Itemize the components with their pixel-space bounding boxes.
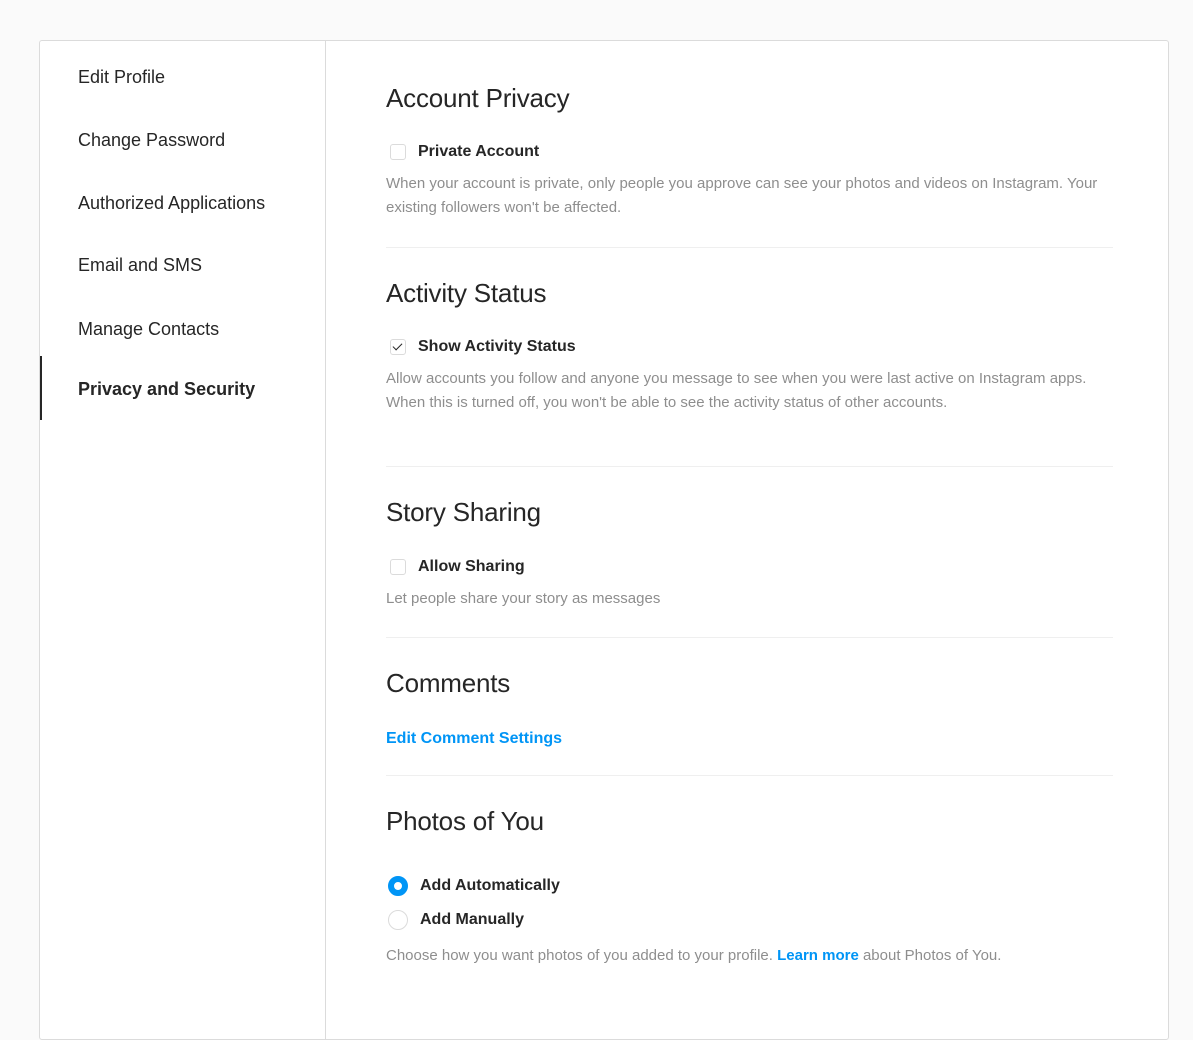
sidebar-item-label: Email and SMS [78,255,203,275]
allow-sharing-label: Allow Sharing [418,558,525,575]
sidebar-item-label: Change Password [78,130,226,150]
private-account-checkbox[interactable] [390,144,406,160]
allow-sharing-checkbox[interactable] [390,559,406,575]
account-privacy-description: When your account is private, only peopl… [386,175,1098,216]
private-account-checkbox-row[interactable]: Private Account [390,142,539,162]
sidebar-item-manage-contacts[interactable]: Manage Contacts [40,304,326,354]
section-divider [386,775,1113,776]
activity-status-description: Allow accounts you follow and anyone you… [386,370,1087,411]
sidebar-item-change-password[interactable]: Change Password [40,115,326,165]
add-automatically-radio-row[interactable]: Add Automatically [388,875,560,897]
section-title-account-privacy: Account Privacy [386,83,570,113]
sidebar-item-privacy-and-security[interactable]: Privacy and Security [40,356,326,420]
sidebar-item-label: Privacy and Security [78,379,256,399]
section-divider [386,637,1113,638]
show-activity-status-checkbox-row[interactable]: Show Activity Status [390,337,576,357]
allow-sharing-checkbox-row[interactable]: Allow Sharing [390,557,525,577]
sidebar-item-edit-profile[interactable]: Edit Profile [40,52,326,102]
section-title-photos-of-you: Photos of You [386,806,544,836]
section-title-story-sharing: Story Sharing [386,497,541,527]
story-sharing-description: Let people share your story as messages [386,590,661,607]
sidebar-item-label: Authorized Applications [78,193,266,213]
add-manually-radio-row[interactable]: Add Manually [388,909,524,931]
sidebar-item-email-and-sms[interactable]: Email and SMS [40,240,326,290]
section-divider [386,247,1113,248]
settings-card: Edit Profile Change Password Authorized … [39,40,1169,1040]
show-activity-status-checkbox[interactable] [390,339,406,355]
private-account-label: Private Account [418,143,540,160]
section-title-activity-status: Activity Status [386,278,547,308]
add-automatically-radio[interactable] [388,876,408,896]
add-automatically-label: Add Automatically [420,877,560,894]
learn-more-link[interactable]: Learn more [777,947,859,964]
sidebar-item-label: Manage Contacts [78,319,220,339]
section-title-comments: Comments [386,668,511,698]
add-manually-radio[interactable] [388,910,408,930]
show-activity-status-label: Show Activity Status [418,338,576,355]
settings-sidebar: Edit Profile Change Password Authorized … [40,41,326,1039]
sidebar-item-authorized-applications[interactable]: Authorized Applications [40,178,326,228]
photos-of-you-description-start: Choose how you want photos of you added … [386,947,778,964]
add-manually-label: Add Manually [420,911,525,928]
privacy-settings-panel: Account Privacy Private Account When you… [386,41,1113,1039]
sidebar-item-label: Edit Profile [78,67,166,87]
edit-comment-settings-link[interactable]: Edit Comment Settings [386,730,562,748]
photos-of-you-description-end: about Photos of You. [858,947,1002,964]
photos-of-you-description: Choose how you want photos of you added … [386,944,1113,968]
section-divider [386,466,1113,467]
